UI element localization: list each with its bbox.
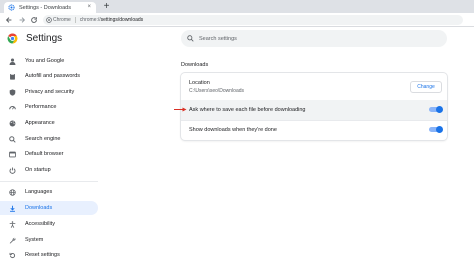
omnibox-site-label: Chrome (53, 17, 71, 23)
tab-settings-downloads[interactable]: Settings - Downloads × (4, 2, 96, 13)
downloads-section-title: Downloads (181, 62, 209, 68)
sidebar-item-search-engine[interactable]: Search engine (0, 132, 98, 146)
toolbar: Chrome chrome://settings/downloads (0, 13, 474, 27)
globe-icon (9, 188, 16, 196)
sidebar-item-appearance[interactable]: Appearance (0, 116, 98, 130)
ask-where-to-save-label: Ask where to save each file before downl… (189, 107, 306, 113)
location-label: Location (189, 80, 210, 86)
red-arrow-icon (174, 107, 187, 112)
search-icon (187, 35, 194, 42)
clipboard-icon (10, 72, 15, 80)
sidebar-item-label: Languages (25, 189, 53, 195)
sidebar-item-label: You and Google (25, 58, 65, 64)
ask-where-to-save-row[interactable]: Ask where to save each file before downl… (181, 100, 447, 120)
forward-arrow-icon[interactable] (18, 16, 26, 24)
sidebar-item-label: Privacy and security (25, 89, 75, 95)
omnibox-url: chrome://settings/downloads (80, 17, 143, 23)
sidebar-item-reset-settings[interactable]: Reset settings (0, 248, 98, 262)
power-icon (9, 167, 16, 174)
palette-icon (9, 120, 16, 126)
tab-strip: Settings - Downloads × + (0, 0, 474, 13)
chrome-page-icon (46, 17, 52, 23)
sidebar-item-label: Reset settings (25, 252, 60, 258)
sidebar-item-label: Performance (25, 104, 57, 110)
sidebar-item-label: Appearance (25, 120, 55, 126)
sidebar-item-performance[interactable]: Performance (0, 100, 98, 114)
reload-icon[interactable] (30, 16, 38, 24)
reset-icon (9, 252, 16, 258)
page-title: Settings (26, 33, 63, 44)
show-downloads-toggle[interactable] (429, 126, 443, 133)
sidebar-item-label: System (25, 237, 44, 243)
sidebar-item-default-browser[interactable]: Default browser (0, 147, 98, 161)
toggle-knob (436, 126, 443, 133)
sidebar-item-autofill[interactable]: Autofill and passwords (0, 69, 98, 83)
change-location-button[interactable]: Change (410, 81, 442, 93)
download-icon (10, 205, 15, 212)
tab-close-button[interactable]: × (87, 4, 91, 11)
address-bar[interactable]: Chrome chrome://settings/downloads (43, 15, 463, 25)
downloads-settings-card: Location C:\Users\seo\Downloads Change A… (181, 73, 447, 140)
show-downloads-label: Show downloads when they're done (189, 127, 277, 133)
omnibox-url-prefix: chrome:// (79, 17, 101, 23)
search-placeholder: Search settings (199, 35, 237, 42)
sidebar-item-system[interactable]: System (0, 233, 98, 247)
sidebar-item-privacy[interactable]: Privacy and security (0, 85, 98, 99)
settings-gear-icon (8, 4, 15, 11)
browser-icon (9, 151, 16, 157)
sidebar-item-on-startup[interactable]: On startup (0, 163, 98, 177)
new-tab-button[interactable]: + (101, 1, 112, 12)
search-icon (9, 135, 16, 143)
omnibox-separator (74, 17, 76, 23)
sidebar-item-label: Default browser (25, 151, 64, 157)
shield-icon (9, 88, 16, 96)
sidebar-item-label: Accessibility (25, 221, 55, 227)
tab-title: Settings - Downloads (19, 4, 71, 11)
sidebar-item-label: Autofill and passwords (25, 73, 81, 79)
ask-where-to-save-toggle[interactable] (429, 106, 443, 113)
sidebar-item-label: Search engine (25, 136, 61, 142)
omnibox-url-path: settings/downloads (100, 17, 144, 23)
sidebar-item-label: Downloads (25, 205, 53, 211)
back-arrow-icon[interactable] (5, 16, 13, 24)
sidebar-item-you-and-google[interactable]: You and Google (0, 54, 98, 68)
sidebar-item-downloads[interactable]: Downloads (0, 201, 98, 215)
sidebar-divider (0, 181, 98, 182)
speedometer-icon (9, 105, 16, 109)
chrome-logo-icon (7, 33, 18, 44)
accessibility-icon (9, 220, 16, 228)
location-row: Location C:\Users\seo\Downloads Change (181, 73, 447, 100)
person-icon (9, 58, 16, 65)
sidebar-item-accessibility[interactable]: Accessibility (0, 217, 98, 231)
wrench-icon (9, 237, 16, 244)
search-settings-field[interactable]: Search settings (181, 30, 447, 47)
show-downloads-row[interactable]: Show downloads when they're done (181, 120, 447, 140)
location-path: C:\Users\seo\Downloads (189, 88, 245, 94)
toggle-knob (436, 106, 443, 113)
sidebar-item-languages[interactable]: Languages (0, 185, 98, 199)
sidebar-item-label: On startup (25, 167, 51, 173)
